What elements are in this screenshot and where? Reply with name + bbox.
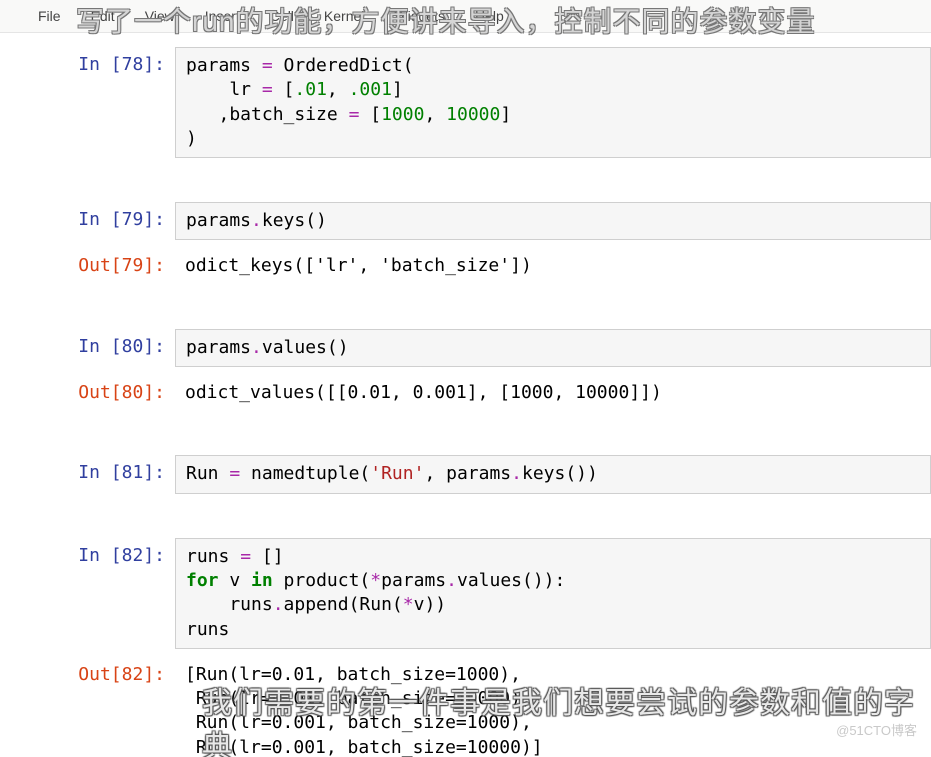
code-82[interactable]: runs = [] for v in product(*params.value… <box>175 538 931 649</box>
prompt-out-82: Out[82]: <box>0 657 175 757</box>
prompt-in-80: In [80]: <box>0 329 175 367</box>
output-79: odict_keys(['lr', 'batch_size']) <box>175 248 931 284</box>
menu-widgets[interactable]: Widgets <box>384 4 455 28</box>
menu-cell[interactable]: Cell <box>260 4 304 28</box>
menu-help[interactable]: Help <box>465 4 514 28</box>
code-78[interactable]: params = OrderedDict( lr = [.01, .001] ,… <box>175 47 931 158</box>
cell-82-input: In [82]: runs = [] for v in product(*par… <box>0 538 931 649</box>
prompt-out-79: Out[79]: <box>0 248 175 284</box>
code-text: params = OrderedDict( lr = [.01, .001] ,… <box>186 55 511 149</box>
code-text: runs = [] for v in product(*params.value… <box>186 546 565 640</box>
code-text: params.keys() <box>186 210 327 231</box>
cell-80-input: In [80]: params.values() <box>0 329 931 367</box>
prompt-out-80: Out[80]: <box>0 375 175 411</box>
cell-81-input: In [81]: Run = namedtuple('Run', params.… <box>0 455 931 493</box>
cell-79-input: In [79]: params.keys() <box>0 202 931 240</box>
output-82: [Run(lr=0.01, batch_size=1000), Run(lr=0… <box>175 657 931 757</box>
menu-insert[interactable]: Insert <box>195 4 250 28</box>
cell-78-input: In [78]: params = OrderedDict( lr = [.01… <box>0 47 931 158</box>
prompt-in-82: In [82]: <box>0 538 175 649</box>
code-80[interactable]: params.values() <box>175 329 931 367</box>
menu-view[interactable]: View <box>135 4 185 28</box>
menu-edit[interactable]: Edit <box>81 4 125 28</box>
prompt-in-78: In [78]: <box>0 47 175 158</box>
cell-82-output: Out[82]: [Run(lr=0.01, batch_size=1000),… <box>0 657 931 757</box>
prompt-in-79: In [79]: <box>0 202 175 240</box>
output-80: odict_values([[0.01, 0.001], [1000, 1000… <box>175 375 931 411</box>
cell-80-output: Out[80]: odict_values([[0.01, 0.001], [1… <box>0 375 931 411</box>
prompt-in-81: In [81]: <box>0 455 175 493</box>
code-text: Run = namedtuple('Run', params.keys()) <box>186 463 598 484</box>
notebook: In [78]: params = OrderedDict( lr = [.01… <box>0 33 931 757</box>
menubar: File Edit View Insert Cell Kernel Widget… <box>0 0 931 33</box>
menu-kernel[interactable]: Kernel <box>314 4 374 28</box>
cell-79-output: Out[79]: odict_keys(['lr', 'batch_size']… <box>0 248 931 284</box>
code-81[interactable]: Run = namedtuple('Run', params.keys()) <box>175 455 931 493</box>
code-text: params.values() <box>186 337 349 358</box>
menu-file[interactable]: File <box>28 4 71 28</box>
code-79[interactable]: params.keys() <box>175 202 931 240</box>
